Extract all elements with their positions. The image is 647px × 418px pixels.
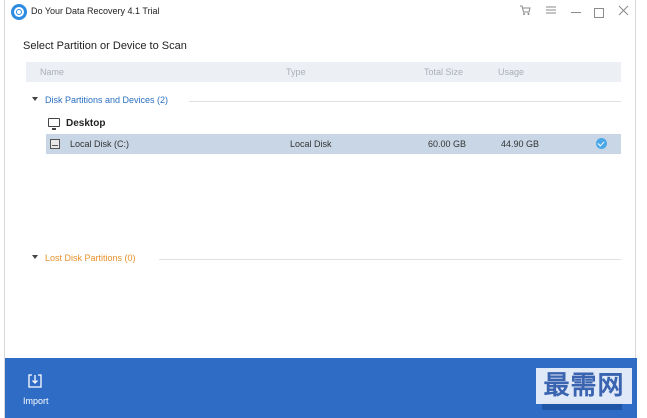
maximize-icon — [594, 7, 604, 18]
watermark: 最需网 — [536, 368, 632, 404]
menu-icon[interactable] — [542, 3, 560, 21]
group-label: Lost Disk Partitions (0) — [45, 253, 136, 263]
table-header: Name Type Total Size Usage — [26, 62, 621, 82]
collapse-arrow-icon[interactable] — [32, 97, 38, 101]
selected-check-icon[interactable] — [596, 138, 607, 149]
column-header-name[interactable]: Name — [40, 67, 64, 77]
group-label: Disk Partitions and Devices (2) — [45, 95, 169, 105]
page-title: Select Partition or Device to Scan — [23, 40, 187, 52]
import-label: Import — [23, 396, 49, 406]
divider — [159, 259, 621, 260]
divider — [189, 101, 621, 102]
import-icon — [28, 374, 42, 388]
minimize-button[interactable] — [567, 3, 585, 21]
disk-usage: 44.90 GB — [501, 139, 540, 149]
table-row[interactable]: Local Disk (C:) Local Disk 60.00 GB 44.9… — [46, 134, 621, 154]
maximize-button[interactable] — [590, 3, 608, 21]
disk-icon — [50, 139, 60, 149]
import-button[interactable]: Import — [19, 374, 53, 410]
disk-name: Local Disk (C:) — [70, 139, 130, 149]
column-header-type[interactable]: Type — [286, 67, 306, 77]
app-window: Do Your Data Recovery 4.1 Trial Select P… — [4, 0, 637, 418]
bottom-toolbar: Import 最需网 — [5, 358, 637, 418]
close-icon — [618, 5, 628, 16]
collapse-arrow-icon[interactable] — [32, 255, 38, 259]
disk-total-size: 60.00 GB — [428, 139, 467, 149]
column-header-total-size[interactable]: Total Size — [424, 67, 463, 77]
close-button[interactable] — [614, 3, 632, 21]
disk-type: Local Disk — [290, 139, 332, 149]
minimize-icon — [571, 12, 581, 14]
device-label: Desktop — [66, 118, 106, 129]
monitor-icon — [48, 118, 60, 130]
group-disk-partitions[interactable]: Disk Partitions and Devices (2) — [32, 94, 622, 108]
app-logo-icon — [11, 4, 27, 20]
column-header-usage[interactable]: Usage — [498, 67, 524, 77]
group-lost-partitions[interactable]: Lost Disk Partitions (0) — [32, 252, 622, 266]
cart-icon[interactable] — [516, 3, 534, 21]
window-title: Do Your Data Recovery 4.1 Trial — [31, 6, 160, 16]
title-bar: Do Your Data Recovery 4.1 Trial — [5, 0, 637, 24]
